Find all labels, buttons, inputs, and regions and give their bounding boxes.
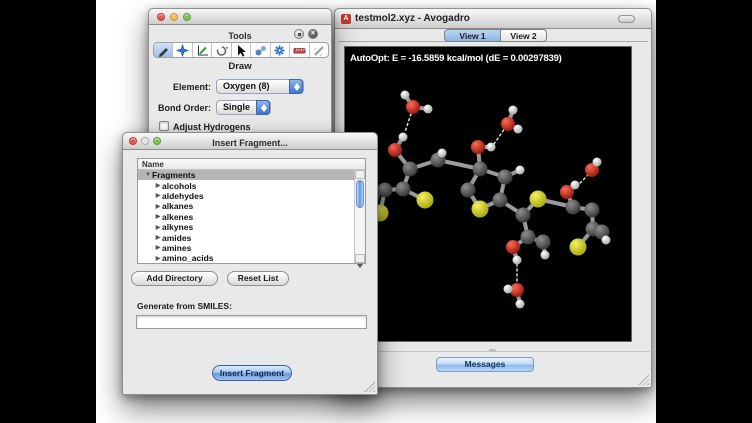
tool-settings-title: Draw [149,61,331,72]
adjust-hydrogens-label: Adjust Hydrogens [173,122,251,132]
chevron-right-icon[interactable]: ▶ [154,234,162,241]
chevron-right-icon[interactable]: ▶ [154,244,162,251]
dialog-title: Insert Fragment... [123,135,377,152]
smiles-label: Generate from SMILES: [137,301,232,311]
tool-selector-bar [153,42,329,58]
autoopt-energy-readout: AutoOpt: E = -16.5859 kcal/mol (dE = 0.0… [350,53,562,64]
chevron-right-icon[interactable]: ▶ [154,213,162,220]
close-button[interactable] [129,137,137,145]
close-button[interactable] [157,13,165,21]
chevron-right-icon[interactable]: ▶ [154,192,162,199]
chevron-right-icon[interactable]: ▶ [154,224,162,231]
tool-navigate-button[interactable] [173,43,192,57]
desktop-backdrop: A testmol2.xyz - Avogadro View 1 View 2 … [96,0,656,423]
column-header-name[interactable]: Name [138,159,365,170]
tree-row[interactable]: ▶alcohols [138,180,365,190]
tree-row[interactable]: ▶alkynes [138,222,365,232]
tool-measure-button[interactable] [290,43,309,57]
tab-view-2[interactable]: View 2 [501,29,547,42]
insert-fragment-window: Insert Fragment... Name ▼ Fragments ▶alc… [122,132,378,395]
chevron-right-icon[interactable]: ▶ [154,182,162,189]
resize-grip-icon[interactable] [638,374,649,385]
ruler-icon [293,44,306,57]
document-proxy-icon[interactable]: A [341,14,351,24]
main-titlebar[interactable]: A testmol2.xyz - Avogadro [335,9,651,29]
bond-order-label: Bond Order: [149,103,211,113]
minimize-button[interactable] [141,137,149,145]
popup-stepper-icon [289,79,303,94]
tool-bond-centric-button[interactable] [193,43,212,57]
popup-stepper-icon [256,100,270,115]
3d-molecule-view[interactable]: AutoOpt: E = -16.5859 kcal/mol (dE = 0.0… [344,46,632,342]
tools-titlebar[interactable] [149,9,331,25]
navigate-star-icon [176,44,189,57]
minimize-button[interactable] [170,13,178,21]
tool-auto-optimize-button[interactable] [271,43,290,57]
resize-grip-icon[interactable] [364,381,375,392]
tool-select-button[interactable] [232,43,251,57]
list-scrollbar[interactable] [354,170,365,263]
fragment-titlebar[interactable]: Insert Fragment... [123,133,377,150]
spheres-icon [254,44,267,57]
molecule-render [345,47,631,341]
scroll-down-icon[interactable] [355,254,365,263]
scrollbar-thumb[interactable] [356,180,364,208]
fragment-tree: Name ▼ Fragments ▶alcohols ▶aldehydes ▶a… [137,158,366,264]
scroll-up-icon[interactable] [355,170,365,179]
messages-button[interactable]: Messages [436,357,534,372]
tool-auto-rotate-button[interactable] [212,43,231,57]
smiles-input[interactable] [136,315,367,329]
splitter-handle-icon [489,349,496,352]
gear-icon [273,44,286,57]
chevron-right-icon[interactable]: ▶ [154,203,162,210]
tools-dock-header: Tools × [149,26,331,42]
window-title: testmol2.xyz - Avogadro [355,13,470,24]
dock-close-button[interactable]: × [308,29,318,39]
tree-row-fragments[interactable]: ▼ Fragments [138,170,365,180]
chevron-down-icon[interactable]: ▼ [144,172,152,178]
tool-draw-button[interactable] [154,43,173,57]
dock-float-button[interactable] [294,29,304,39]
rotate-icon [215,44,228,57]
tree-row[interactable]: ▶alkenes [138,212,365,222]
tree-row[interactable]: ▶alkanes [138,201,365,211]
toolbar-pill-button[interactable] [618,15,635,23]
zoom-button[interactable] [153,137,161,145]
messages-splitter[interactable] [336,351,650,356]
tree-row[interactable]: ▶amino_acids [138,253,365,263]
tools-window: Tools × [148,8,332,150]
bond-order-dropdown[interactable]: Single [216,100,271,115]
bond-chart-icon [196,44,209,57]
cursor-icon [234,44,247,57]
add-directory-button[interactable]: Add Directory [131,271,218,286]
tool-align-button[interactable] [310,43,328,57]
zoom-button[interactable] [183,13,191,21]
adjust-hydrogens-checkbox[interactable] [159,121,169,131]
tool-manipulate-button[interactable] [251,43,270,57]
pencil-icon [157,44,170,57]
tree-row[interactable]: ▶amines [138,243,365,253]
tree-row[interactable]: ▶aldehydes [138,191,365,201]
chevron-right-icon[interactable]: ▶ [154,255,162,262]
element-label: Element: [149,82,211,92]
tree-row[interactable]: ▶amides [138,232,365,242]
tab-view-1[interactable]: View 1 [444,29,501,42]
insert-fragment-button[interactable]: Insert Fragment [212,365,292,381]
align-wand-icon [312,44,325,57]
reset-list-button[interactable]: Reset List [227,271,289,286]
avogadro-main-window: A testmol2.xyz - Avogadro View 1 View 2 … [334,8,652,388]
element-dropdown[interactable]: Oxygen (8) [216,79,304,94]
